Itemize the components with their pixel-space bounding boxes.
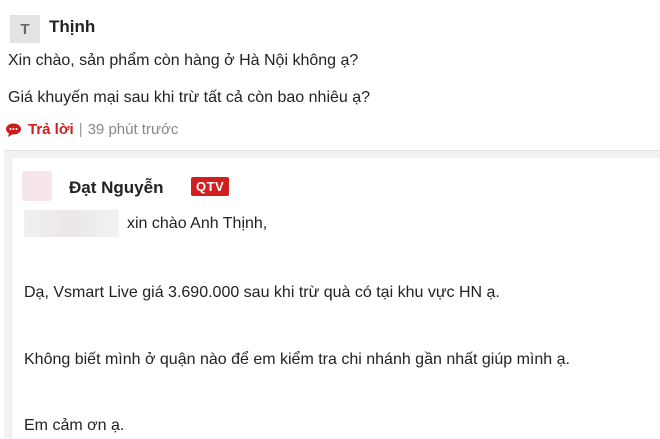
reply-text-line-2: Dạ, Vsmart Live giá 3.690.000 sau khi tr… xyxy=(24,284,500,301)
reply-text-line-1: xin chào Anh Thịnh, xyxy=(127,215,268,232)
reply-card: Đạt Nguyễn QTV xin chào Anh Thịnh, Dạ, V… xyxy=(11,158,660,439)
reply-link[interactable]: Trả lời xyxy=(28,121,74,138)
reply-avatar xyxy=(22,171,52,201)
meta-separator: | xyxy=(78,121,83,138)
comment-timestamp: 39 phút trước xyxy=(87,121,179,138)
admin-badge: QTV xyxy=(191,177,230,196)
comment-text-line-1: Xin chào, sản phẩm còn hàng ở Hà Nội khô… xyxy=(8,52,359,69)
reply-text-line-3: Không biết mình ở quận nào để em kiểm tr… xyxy=(24,351,570,368)
comment-meta: Trả lời | 39 phút trước xyxy=(5,121,178,138)
reply-thread: Đạt Nguyễn QTV xin chào Anh Thịnh, Dạ, V… xyxy=(4,150,660,439)
user-avatar: T xyxy=(10,15,40,43)
speech-bubble-icon[interactable] xyxy=(5,122,22,138)
comment-author-name[interactable]: Thịnh xyxy=(49,17,95,37)
redacted-mention xyxy=(24,210,119,237)
reply-text-line-4: Em cảm ơn ạ. xyxy=(24,417,125,434)
reply-author-name[interactable]: Đạt Nguyễn xyxy=(69,178,163,198)
comment-text-line-2: Giá khuyến mại sau khi trừ tất cả còn ba… xyxy=(8,89,371,106)
